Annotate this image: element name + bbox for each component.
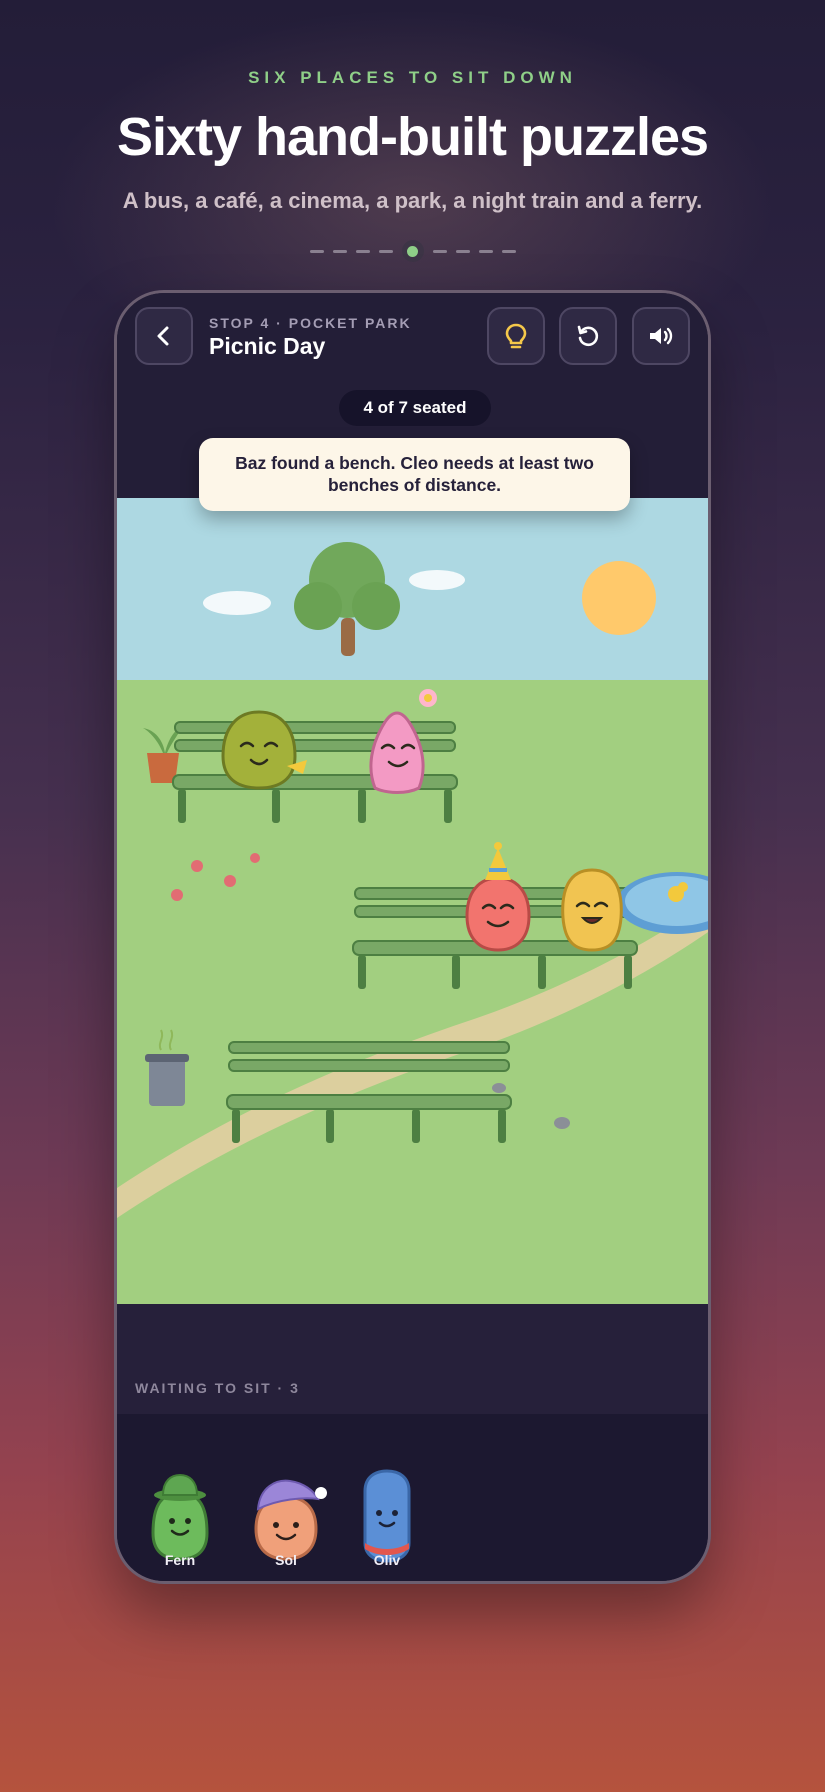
page-dot [378,249,393,253]
cloud [409,570,465,590]
cloud [203,591,271,615]
headline: Sixty hand-built puzzles [116,107,709,167]
hint-button[interactable] [487,307,545,365]
waiting-label: WAITING TO SIT · 3 [135,1380,300,1396]
waiting-character-oliv[interactable] [355,1461,419,1565]
page-dot [309,249,324,253]
lightbulb-icon [505,323,527,349]
page-dot [501,249,516,253]
page-dot [478,249,493,253]
seated-character-yellow[interactable] [561,868,623,952]
restart-button[interactable] [559,307,617,365]
flower-dot [224,875,236,887]
waiting-character-name: Fern [164,1552,196,1568]
page-dot [355,249,370,253]
page-dot [332,249,347,253]
park-scene[interactable] [117,498,711,1304]
waiting-character-fern[interactable] [145,1463,215,1563]
waiting-character-name: Sol [275,1552,297,1568]
waiting-band [117,1304,708,1414]
level-title: Picnic Day [209,333,326,359]
page-dot-active [401,240,424,262]
page-dot [455,249,470,253]
eyebrow-text: SIX PLACES TO SIT DOWN [248,68,577,87]
waiting-character-sol[interactable] [248,1463,328,1563]
back-button[interactable] [135,307,193,365]
waiting-character-name: Oliv [373,1552,401,1568]
flower-dot [191,860,203,872]
pigeon [492,1083,506,1093]
pigeon [554,1117,570,1129]
chevron-left-icon [157,326,169,346]
hint-toast: Baz found a bench. Cleo needs at least t… [199,438,630,511]
speaker-icon [650,327,673,345]
restart-icon [577,325,599,347]
flower-dot [250,853,260,863]
page-indicator [0,240,825,262]
stop-label: STOP 4 · POCKET PARK [209,315,412,331]
page-dot [432,249,447,253]
seated-counter: 4 of 7 seated [339,390,491,426]
phone-frame: STOP 4 · POCKET PARK Picnic Day 4 of 7 s… [114,290,711,1584]
sound-button[interactable] [632,307,690,365]
sun [582,561,656,635]
subline: A bus, a café, a cinema, a park, a night… [122,188,703,213]
flower-dot [171,889,183,901]
